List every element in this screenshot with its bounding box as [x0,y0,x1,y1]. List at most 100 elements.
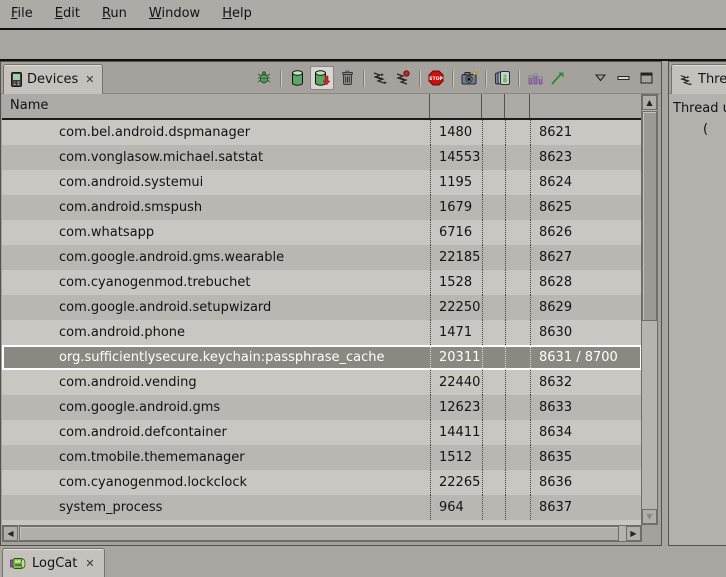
cell-port: 8627 [530,245,642,270]
maximize-icon[interactable] [637,69,655,87]
table-row[interactable]: com.android.systemui1195 8624 [2,170,642,195]
ddms-window: FileEditRunWindowHelp [0,0,726,577]
empty-toolbar-band [0,30,726,61]
table-row[interactable]: system_process9648637 [2,495,642,520]
logcat-icon [10,557,26,570]
tab-devices[interactable]: Devices ✕ [3,64,103,94]
table-row[interactable]: com.tmobile.thememanager15128635 [2,445,642,470]
cell-c2 [505,145,530,170]
cell-pid: 14411 [430,420,482,445]
cell-c1 [482,295,505,320]
method-profiling-threads-icon[interactable] [394,69,412,87]
threads-icon [679,73,693,87]
gc-trash-icon[interactable] [338,69,356,87]
table-row[interactable]: com.whatsapp67168626 [2,220,642,245]
toolbar-separator [363,70,364,87]
threads-message-line1: Thread up [673,98,726,119]
table-row[interactable]: com.google.android.gms126238633 [2,395,642,420]
cell-name: com.android.systemui [2,170,430,195]
view-menu-icon[interactable] [591,69,609,87]
update-heap-icon[interactable] [288,69,306,87]
cell-c1 [482,370,505,395]
menu-item-file[interactable]: File [0,2,44,26]
table-row[interactable]: com.google.android.setupwizard22250 8629 [2,295,642,320]
update-threads-icon[interactable] [371,69,389,87]
bottom-tab-band: LogCat ✕ [0,547,726,577]
vertical-scrollbar[interactable]: ▲ ▼ [641,94,658,525]
cell-c1 [482,495,505,520]
cell-pid: 1480 [430,120,482,145]
cell-port: 8629 [530,295,642,320]
toolbar-separator [485,70,486,87]
close-icon[interactable]: ✕ [83,557,94,570]
cell-port: 8636 [530,470,642,495]
cell-c2 [505,420,530,445]
heap-tracking-icon[interactable] [526,69,544,87]
cell-port: 8624 [530,170,642,195]
cell-port: 8637 [530,495,642,520]
column-header-name[interactable]: Name [2,94,430,118]
table-row[interactable]: org.sufficientlysecure.keychain:passphra… [2,345,642,370]
table-row[interactable]: com.bel.android.dspmanager14808621 [2,120,642,145]
column-header-blank1[interactable] [482,94,505,118]
start-profiling-arrow-icon[interactable] [549,69,567,87]
cell-c2 [505,170,530,195]
table-row[interactable]: com.android.smspush16798625 [2,195,642,220]
cell-pid: 22185 [430,245,482,270]
cell-c2 [505,345,530,370]
cell-name: com.android.vending [2,370,430,395]
cell-pid: 964 [430,495,482,520]
scroll-up-button[interactable]: ▲ [642,95,657,110]
table-row[interactable]: com.android.vending224408632 [2,370,642,395]
cell-pid: 1195 [430,170,482,195]
cell-name: com.android.phone [2,320,430,345]
column-header-pid[interactable] [430,94,482,118]
cell-name: com.bel.android.dspmanager [2,120,430,145]
cell-pid: 22265 [430,470,482,495]
cell-name: com.cyanogenmod.trebuchet [2,270,430,295]
tab-logcat[interactable]: LogCat ✕ [2,548,105,577]
table-row[interactable]: com.cyanogenmod.trebuchet15288628 [2,270,642,295]
table-row[interactable]: com.vonglasow.michael.satstat145538623 [2,145,642,170]
stop-process-icon[interactable]: STOP [427,69,445,87]
column-header-port[interactable] [530,94,642,118]
screen-capture-icon[interactable] [460,69,478,87]
vertical-scrollbar-thumb[interactable] [642,111,657,321]
column-header-blank2[interactable] [505,94,530,118]
close-icon[interactable]: ✕ [83,73,94,86]
cell-name: com.whatsapp [2,220,430,245]
table-row[interactable]: com.google.android.gms.wearable22185 8627 [2,245,642,270]
menu-item-window[interactable]: Window [138,2,211,26]
horizontal-scrollbar[interactable]: ◀ ▶ [2,525,642,542]
cell-pid: 22250 [430,295,482,320]
menu-item-edit[interactable]: Edit [44,2,91,26]
debug-icon[interactable] [255,69,273,87]
menu-item-run[interactable]: Run [91,2,138,26]
menu-item-help[interactable]: Help [211,2,263,26]
cell-c1 [482,245,505,270]
tab-threads[interactable]: Threads [671,64,726,94]
threads-panel: Threads Thread up ( [668,61,726,546]
minimize-icon[interactable] [614,69,632,87]
cell-name: com.vonglasow.michael.satstat [2,145,430,170]
table-row[interactable]: com.android.defcontainer144118634 [2,420,642,445]
scroll-down-button[interactable]: ▼ [642,509,657,524]
cell-c1 [482,445,505,470]
cell-c2 [505,370,530,395]
cell-c1 [482,270,505,295]
scroll-left-button[interactable]: ◀ [3,526,18,541]
table-row[interactable]: com.cyanogenmod.lockclock222658636 [2,470,642,495]
cell-port: 8625 [530,195,642,220]
cell-c2 [505,245,530,270]
cell-pid: 22440 [430,370,482,395]
cell-name: com.google.android.gms.wearable [2,245,430,270]
table-row[interactable]: com.android.phone14718630 [2,320,642,345]
cell-pid: 1512 [430,445,482,470]
scroll-right-button[interactable]: ▶ [626,526,641,541]
dump-hprof-icon[interactable] [310,66,334,90]
cell-name: com.google.android.setupwizard [2,295,430,320]
ui-hierarchy-icon[interactable] [493,69,511,87]
horizontal-scrollbar-thumb[interactable] [19,526,619,541]
cell-pid: 12623 [430,395,482,420]
cell-c1 [482,145,505,170]
